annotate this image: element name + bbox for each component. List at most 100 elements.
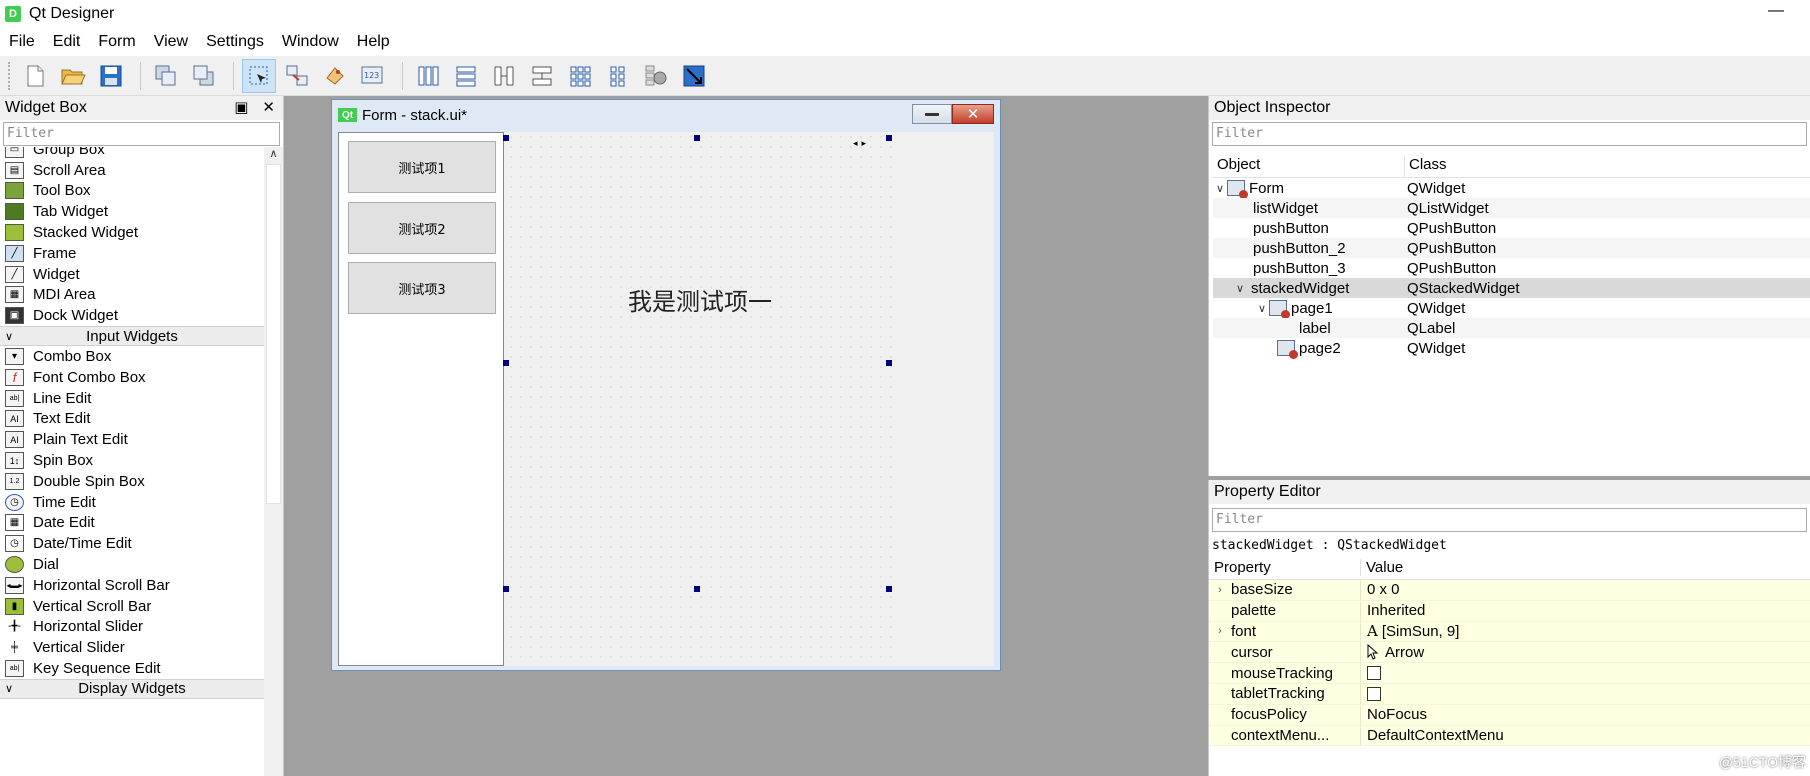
break-layout-icon[interactable] (639, 59, 673, 93)
bring-to-front-icon[interactable] (187, 59, 221, 93)
push-button-1[interactable]: 测试项1 (348, 141, 496, 193)
widget-item-combo-box[interactable]: ▾ Combo Box (0, 346, 264, 367)
list-widget[interactable]: 测试项1 测试项2 测试项3 (338, 132, 504, 666)
widget-item-vertical-scroll-bar[interactable]: ▮ Vertical Scroll Bar (0, 596, 264, 617)
edit-tab-order-icon[interactable]: 123 (356, 59, 390, 93)
tablet-tracking-checkbox[interactable] (1367, 686, 1381, 701)
widget-item-mdi-area[interactable]: ▦ MDI Area (0, 285, 264, 306)
widget-item-date-time-edit[interactable]: ◷ Date/Time Edit (0, 533, 264, 554)
form-minimize-button[interactable] (912, 104, 952, 124)
widget-item-tool-box[interactable]: Tool Box (0, 181, 264, 202)
scroll-up-icon[interactable]: ∧ (264, 147, 283, 164)
menu-form[interactable]: Form (89, 33, 144, 51)
widget-item-dial[interactable]: Dial (0, 554, 264, 575)
form-close-button[interactable]: ✕ (952, 104, 994, 124)
tree-row-page1[interactable]: ∨ page1 QWidget (1213, 298, 1810, 319)
property-row-tablettracking[interactable]: tabletTracking (1209, 683, 1810, 705)
widget-item-line-edit[interactable]: ab| Line Edit (0, 388, 264, 409)
selection-handle[interactable] (503, 360, 509, 366)
menu-view[interactable]: View (145, 33, 197, 51)
toolbar-grip[interactable] (8, 61, 12, 90)
layout-vertical-splitter-icon[interactable] (525, 59, 559, 93)
property-row-palette[interactable]: palette Inherited (1209, 600, 1810, 622)
push-button-2[interactable]: 测试项2 (348, 202, 496, 254)
tree-row-listwidget[interactable]: listWidget QListWidget (1213, 198, 1810, 218)
property-row-cursor[interactable]: cursor Arrow (1209, 642, 1810, 664)
scrollbar-thumb[interactable] (266, 164, 281, 504)
stacked-widget[interactable]: 我是测试项一 ◂▸ (503, 132, 894, 666)
send-to-back-icon[interactable] (149, 59, 183, 93)
widget-item-vertical-slider[interactable]: ╪ Vertical Slider (0, 637, 264, 658)
tree-row-page2[interactable]: page2 QWidget (1213, 338, 1810, 359)
stack-page-label[interactable]: 我是测试项一 (506, 282, 894, 317)
form-canvas[interactable]: 测试项1 测试项2 测试项3 我是测试项一 ◂▸ (338, 132, 994, 666)
close-panel-icon[interactable]: ✕ (262, 98, 275, 116)
column-value[interactable]: Value (1361, 559, 1403, 576)
menu-edit[interactable]: Edit (44, 33, 90, 51)
widget-item-time-edit[interactable]: ◷ Time Edit (0, 492, 264, 513)
category-input-widgets[interactable]: ∨ Input Widgets (0, 326, 264, 347)
menu-help[interactable]: Help (348, 33, 399, 51)
layout-horizontal-splitter-icon[interactable] (487, 59, 521, 93)
chevron-right-icon[interactable]: › (1209, 625, 1231, 637)
selection-handle[interactable] (503, 586, 509, 592)
chevron-down-icon[interactable]: ∨ (1213, 182, 1227, 195)
push-button-3[interactable]: 测试项3 (348, 262, 496, 314)
widget-item-plain-text-edit[interactable]: AI Plain Text Edit (0, 429, 264, 450)
mouse-tracking-checkbox[interactable] (1367, 666, 1381, 681)
property-row-font[interactable]: › font A [SimSun, 9] (1209, 621, 1810, 643)
adjust-size-icon[interactable] (677, 59, 711, 93)
tree-row-stackedwidget[interactable]: ∨ stackedWidget QStackedWidget (1213, 278, 1810, 298)
widget-item-group-box[interactable]: ▭ Group Box (0, 147, 264, 160)
chevron-down-icon[interactable]: ∨ (1233, 282, 1247, 295)
widget-item-date-edit[interactable]: ▦ Date Edit (0, 513, 264, 534)
menu-file[interactable]: File (0, 33, 44, 51)
minimize-button[interactable]: — (1768, 2, 1784, 20)
property-row-contextmenu[interactable]: contextMenu... DefaultContextMenu (1209, 725, 1810, 747)
widget-item-scroll-area[interactable]: ▤ Scroll Area (0, 160, 264, 181)
column-class[interactable]: Class (1405, 156, 1447, 177)
selection-handle[interactable] (886, 586, 892, 592)
widget-item-key-sequence-edit[interactable]: ab| Key Sequence Edit (0, 658, 264, 679)
widget-item-double-spin-box[interactable]: 1.2 Double Spin Box (0, 471, 264, 492)
chevron-down-icon[interactable]: ∨ (1255, 302, 1269, 315)
layout-form-icon[interactable] (601, 59, 635, 93)
float-panel-icon[interactable]: ▣ (234, 98, 248, 116)
chevron-right-icon[interactable]: › (1209, 584, 1231, 596)
widget-item-horizontal-slider[interactable]: -╋- Horizontal Slider (0, 617, 264, 638)
edit-widgets-icon[interactable] (242, 58, 276, 93)
widget-item-font-combo-box[interactable]: f Font Combo Box (0, 367, 264, 388)
widget-item-stacked-widget[interactable]: Stacked Widget (0, 222, 264, 243)
selection-handle[interactable] (503, 135, 509, 141)
widget-item-dock-widget[interactable]: ▣ Dock Widget (0, 305, 264, 326)
layout-vertical-icon[interactable] (449, 59, 483, 93)
tree-row-pushbutton[interactable]: pushButton QPushButton (1213, 218, 1810, 238)
widget-item-spin-box[interactable]: 1↕ Spin Box (0, 450, 264, 471)
page-nav-arrows-icon[interactable]: ◂▸ (853, 138, 870, 149)
layout-horizontal-icon[interactable] (411, 59, 445, 93)
widget-box-filter-input[interactable]: Filter (3, 122, 280, 146)
menu-window[interactable]: Window (273, 33, 348, 51)
selection-handle[interactable] (694, 135, 700, 141)
widget-box-scrollbar[interactable]: ∧ (264, 147, 283, 776)
form-title-bar[interactable]: Qt Form - stack.ui* (332, 100, 1000, 130)
save-form-icon[interactable] (94, 59, 128, 93)
property-row-basesize[interactable]: › baseSize 0 x 0 (1209, 580, 1810, 601)
tree-row-pushbutton-3[interactable]: pushButton_3 QPushButton (1213, 258, 1810, 278)
tree-row-pushbutton-2[interactable]: pushButton_2 QPushButton (1213, 238, 1810, 258)
tree-row-label[interactable]: label QLabel (1213, 318, 1810, 338)
widget-item-tab-widget[interactable]: Tab Widget (0, 201, 264, 222)
menu-settings[interactable]: Settings (197, 33, 273, 51)
property-row-mousetracking[interactable]: mouseTracking (1209, 663, 1810, 684)
property-editor-filter-input[interactable]: Filter (1212, 508, 1807, 532)
edit-signals-slots-icon[interactable] (280, 59, 314, 93)
category-display-widgets[interactable]: ∨ Display Widgets (0, 678, 264, 699)
selection-handle[interactable] (886, 135, 892, 141)
tree-row-form[interactable]: ∨ Form QWidget (1213, 178, 1810, 199)
column-property[interactable]: Property (1209, 559, 1361, 576)
widget-item-widget[interactable]: ╱ Widget (0, 264, 264, 285)
layout-grid-icon[interactable] (563, 59, 597, 93)
edit-buddies-icon[interactable] (318, 59, 352, 93)
form-window[interactable]: Qt Form - stack.ui* ✕ 测试项1 测试项2 测试项3 我是测… (331, 99, 1001, 671)
column-object[interactable]: Object (1213, 156, 1405, 177)
